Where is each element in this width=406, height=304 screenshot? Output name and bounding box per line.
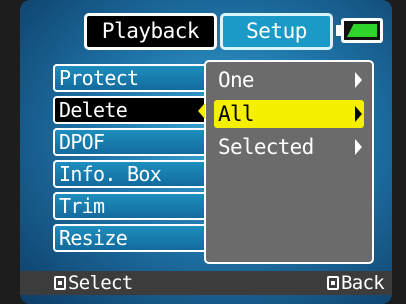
menu-item-trim[interactable]: Trim bbox=[53, 192, 213, 220]
select-hint[interactable]: Select bbox=[54, 271, 133, 295]
battery-level bbox=[347, 24, 377, 37]
set-button-icon bbox=[54, 276, 66, 290]
menu-button-icon bbox=[327, 276, 340, 290]
submenu-item-label: One bbox=[218, 68, 255, 92]
back-hint[interactable]: Back bbox=[327, 271, 385, 295]
submenu-item-label: Selected bbox=[218, 135, 314, 159]
submenu-item-one[interactable]: One bbox=[214, 66, 364, 94]
battery-full-icon bbox=[341, 18, 383, 43]
select-label: Select bbox=[68, 272, 133, 294]
menu-item-delete[interactable]: Delete bbox=[53, 96, 213, 124]
chevron-right-icon bbox=[355, 139, 362, 155]
tab-setup[interactable]: Setup bbox=[220, 13, 333, 50]
back-label: Back bbox=[341, 272, 385, 294]
delete-submenu: One All Selected bbox=[204, 60, 374, 264]
menu-item-resize[interactable]: Resize bbox=[53, 224, 213, 252]
menu-item-info-box[interactable]: Info. Box bbox=[53, 160, 213, 188]
chevron-right-icon bbox=[355, 72, 362, 88]
camera-screen: Playback Setup Protect Delete DPOF Info.… bbox=[20, 0, 392, 304]
tab-playback[interactable]: Playback bbox=[84, 13, 217, 50]
menu-item-dpof[interactable]: DPOF bbox=[53, 128, 213, 156]
submenu-item-all[interactable]: All bbox=[214, 100, 364, 128]
menu-item-protect[interactable]: Protect bbox=[53, 64, 213, 92]
button-hint-bar: Select Back bbox=[20, 271, 392, 295]
submenu-item-label: All bbox=[218, 102, 255, 126]
submenu-item-selected[interactable]: Selected bbox=[214, 133, 364, 161]
chevron-right-icon bbox=[355, 106, 362, 122]
playback-menu: Protect Delete DPOF Info. Box Trim Resiz… bbox=[53, 64, 213, 256]
